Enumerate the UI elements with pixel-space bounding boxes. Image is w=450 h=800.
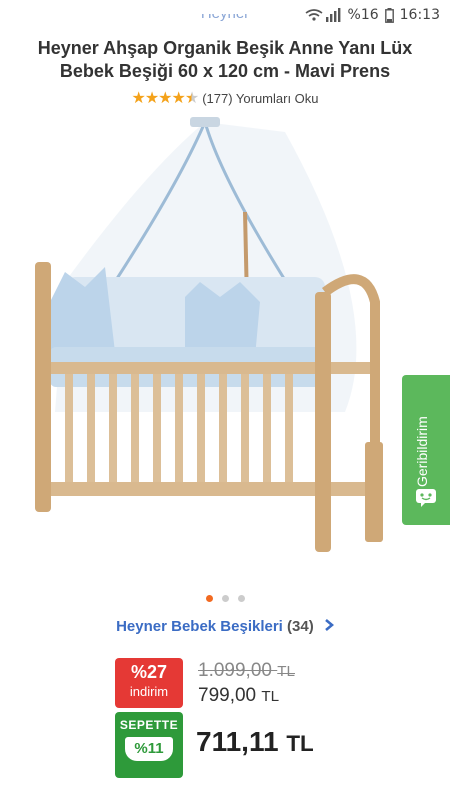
basket-price-currency: TL bbox=[286, 731, 314, 756]
basket-label: SEPETTE bbox=[119, 718, 179, 732]
basket-price: 711,11 TL bbox=[196, 726, 314, 758]
category-link[interactable]: Heyner Bebek Beşikleri (34) bbox=[0, 618, 450, 635]
old-price-value: 1.099,00 bbox=[198, 660, 272, 681]
current-price-value: 799,00 bbox=[198, 685, 257, 706]
star-full-icon: ★ bbox=[158, 90, 172, 107]
discount-percent: %27 bbox=[130, 662, 168, 682]
chevron-right-icon bbox=[325, 619, 334, 631]
gallery-dot-3[interactable] bbox=[237, 595, 245, 602]
feedback-label: Geribildirim bbox=[414, 416, 430, 487]
basket-discount-badge: SEPETTE %11 bbox=[115, 712, 183, 778]
product-title: Heyner Ahşap Organik Beşik Anne Yanı Lüx… bbox=[37, 38, 413, 81]
reviews-link[interactable]: (177) Yorumları Oku bbox=[202, 91, 318, 106]
star-full-icon: ★ bbox=[171, 90, 186, 107]
product-image-crib[interactable] bbox=[25, 112, 405, 582]
star-half-icon: ★ bbox=[184, 90, 199, 107]
feedback-button[interactable]: Geribildirim bbox=[402, 375, 450, 525]
rating-stars: ★★★★★ bbox=[131, 88, 199, 108]
gallery-dot-2[interactable] bbox=[221, 595, 229, 602]
discount-label: indirim bbox=[129, 684, 169, 699]
chat-face-icon bbox=[416, 489, 436, 507]
discount-badge: %27 indirim bbox=[115, 658, 183, 708]
category-name: Heyner Bebek Beşikleri bbox=[116, 618, 283, 635]
brand-label: Heyner bbox=[201, 14, 249, 22]
old-price-currency: TL bbox=[277, 663, 295, 680]
current-price-currency: TL bbox=[261, 688, 280, 705]
rating-row[interactable]: ★★★★★ (177) Yorumları Oku bbox=[0, 88, 450, 108]
basket-percent: %11 bbox=[125, 737, 173, 761]
current-price: 799,00 TL bbox=[198, 685, 279, 707]
basket-price-value: 711,11 bbox=[196, 726, 279, 757]
star-full-icon: ★ bbox=[131, 90, 145, 107]
gallery-dot-1[interactable] bbox=[205, 595, 213, 602]
star-full-icon: ★ bbox=[144, 90, 159, 107]
category-count: (34) bbox=[287, 618, 314, 635]
brand-link[interactable]: Heyner bbox=[0, 14, 450, 28]
gallery-pagination bbox=[0, 595, 450, 602]
old-price: 1.099,00 TL bbox=[198, 660, 295, 682]
